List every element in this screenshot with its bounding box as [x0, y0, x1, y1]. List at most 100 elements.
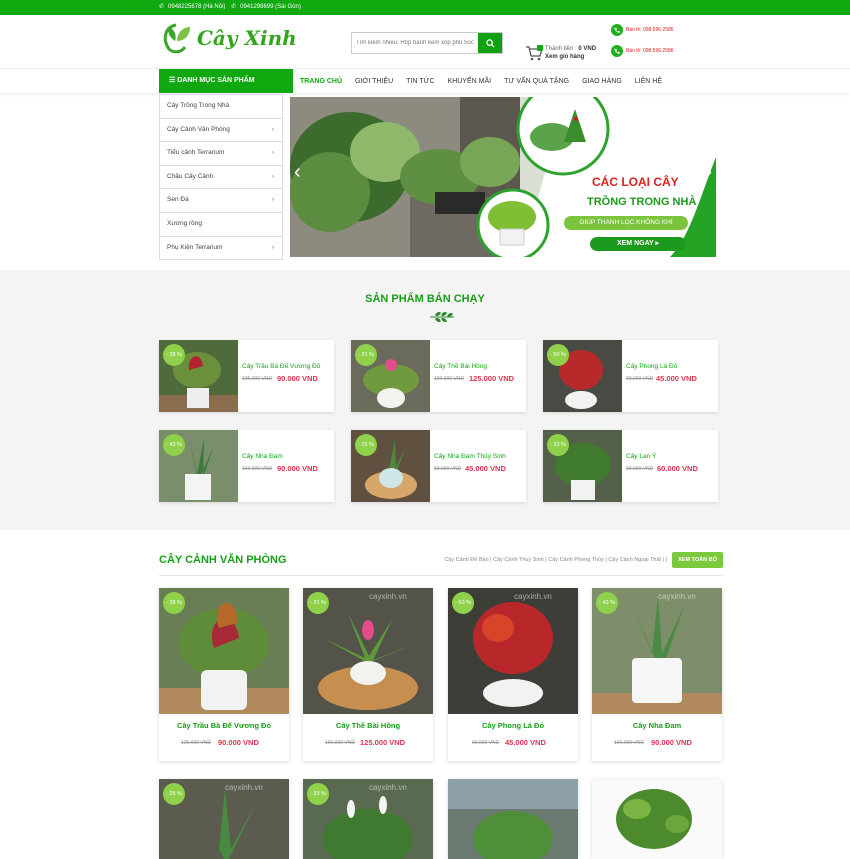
- discount-badge: - 28 %: [163, 592, 185, 614]
- product-name[interactable]: Cây Nha Đam: [242, 453, 283, 460]
- product-card[interactable]: [592, 779, 722, 859]
- product-image: - 50 % cayxinh.vn: [448, 588, 578, 714]
- product-old-price: 160.000 VND: [434, 376, 465, 382]
- product-card[interactable]: - 21 % Cây Thề Bài Hồng 160.000 VND 125.…: [351, 340, 526, 412]
- hotline-1[interactable]: Bán lẻ: 098.596.2586: [611, 24, 674, 36]
- chevron-right-icon: ›: [272, 126, 274, 133]
- chevron-right-icon: ›: [272, 150, 274, 157]
- watermark: cayxinh.vn: [658, 592, 696, 601]
- product-image: [448, 779, 578, 859]
- product-name[interactable]: Cây Trầu Bà Đế Vương Đỏ: [159, 721, 289, 730]
- product-name[interactable]: Cây Phong Lá Đỏ: [448, 721, 578, 730]
- product-image: - 33 %: [543, 430, 622, 502]
- discount-badge: - 21 %: [307, 592, 329, 614]
- product-name[interactable]: Cây Nha Đam Thủy Sinh: [434, 453, 506, 460]
- product-price: 125.000 VND: [360, 738, 406, 747]
- product-card[interactable]: - 25 % Cây Nha Đam Thủy Sinh 60.000 VND …: [351, 430, 526, 502]
- discount-badge: - 50 %: [547, 344, 569, 366]
- category-menu-toggle[interactable]: ☰ DANH MỤC SẢN PHẨM: [159, 69, 293, 93]
- product-name[interactable]: Cây Lan Ý: [626, 453, 656, 460]
- sidebar-item-accessories[interactable]: Phụ Kiện Terrarium ›: [160, 235, 282, 260]
- hotline-1-text: Bán lẻ: 098.596.2586: [626, 27, 674, 33]
- sidebar-item-label: Tiểu cảnh Terrarium: [167, 149, 225, 157]
- banner-cta-label: XEM NGAY: [616, 240, 654, 247]
- product-old-price: 160.000 VND: [614, 740, 645, 746]
- search-button[interactable]: [478, 33, 502, 53]
- logo[interactable]: Cây Xinh: [159, 21, 297, 55]
- hero-banner[interactable]: CÁC LOẠI CÂY TRỒNG TRONG NHÀ GIÚP THANH …: [290, 97, 716, 257]
- product-price: 45.000 VND: [505, 738, 546, 747]
- watermark: cayxinh.vn: [514, 592, 552, 601]
- product-price: 90.000 VND: [218, 738, 259, 747]
- view-all-button[interactable]: XEM TOÀN BỘ: [672, 552, 723, 568]
- sidebar-item-label: Xương rồng: [167, 219, 202, 227]
- discount-badge: - 33 %: [307, 783, 329, 805]
- hamburger-icon: ☰: [169, 77, 176, 84]
- product-image: - 43 % cayxinh.vn: [592, 588, 722, 714]
- product-name[interactable]: Cây Thề Bài Hồng: [434, 363, 487, 370]
- product-name[interactable]: Cây Nha Đam: [592, 721, 722, 730]
- menu-delivery[interactable]: GIAO HÀNG: [582, 78, 622, 85]
- sidebar-item-label: Phụ Kiện Terrarium: [167, 243, 223, 251]
- sidebar-item-pots[interactable]: Chậu Cây Cảnh ›: [160, 164, 282, 189]
- discount-badge: - 33 %: [547, 434, 569, 456]
- menu-contact[interactable]: LIÊN HỆ: [635, 78, 662, 85]
- chevron-right-icon: ›: [272, 244, 274, 251]
- menu-gift-advice[interactable]: TƯ VẤN QUÀ TẶNG: [504, 78, 569, 85]
- sidebar-item-office-plants[interactable]: Cây Cảnh Văn Phòng ›: [160, 117, 282, 142]
- play-icon: ▸: [655, 240, 660, 247]
- sidebar-item-succulents[interactable]: Sen Đá ›: [160, 188, 282, 212]
- watermark: cayxinh.vn: [225, 783, 263, 792]
- product-card[interactable]: - 33 % cayxinh.vn: [303, 779, 433, 859]
- menu-promotions[interactable]: KHUYẾN MÃI: [448, 78, 492, 85]
- sidebar-item-label: Cây Trồng Trong Nhà: [167, 102, 230, 109]
- product-card[interactable]: - 50 % cayxinh.vn Cây Phong Lá Đỏ 90.000…: [448, 588, 578, 761]
- banner-headline-2: TRỒNG TRONG NHÀ: [587, 196, 697, 208]
- product-card[interactable]: [448, 779, 578, 859]
- product-image: - 28 %: [159, 588, 289, 714]
- topbar-phone-1[interactable]: 0948225678 (Hà Nội): [168, 4, 225, 10]
- hotline-2[interactable]: Bán lẻ: 098.596.2586: [611, 45, 674, 57]
- menu-bar: TRANG CHỦ GIỚI THIỆU TIN TỨC KHUYẾN MÃI …: [300, 69, 675, 93]
- product-old-price: 125.000 VND: [242, 376, 273, 382]
- banner-next-arrow[interactable]: ›: [705, 161, 712, 184]
- search-icon: [485, 38, 495, 48]
- product-price: 45.000 VND: [656, 374, 697, 383]
- cart[interactable]: Thành tiền : 0 VND Xem giỏ hàng: [525, 45, 596, 61]
- product-name[interactable]: Cây Phong Lá Đỏ: [626, 363, 677, 370]
- banner-cta-button[interactable]: XEM NGAY ▸: [590, 237, 686, 251]
- product-card[interactable]: - 25 % cayxinh.vn: [159, 779, 289, 859]
- phone-icon: [611, 45, 623, 57]
- product-name[interactable]: Cây Trầu Bà Đế Vương Đỏ: [242, 363, 320, 370]
- category-sidebar: Cây Trồng Trong Nhà Cây Cảnh Văn Phòng › …: [159, 94, 283, 261]
- category-title: DANH MỤC SẢN PHẨM: [177, 77, 255, 84]
- sidebar-item-cactus[interactable]: Xương rồng: [160, 211, 282, 236]
- product-card[interactable]: - 43 % cayxinh.vn Cây Nha Đam 160.000 VN…: [592, 588, 722, 761]
- product-card[interactable]: - 21 % cayxinh.vn Cây Thề Bài Hồng 160.0…: [303, 588, 433, 761]
- phone-icon: [611, 24, 623, 36]
- leaf-logo-icon: [159, 21, 193, 55]
- watermark: cayxinh.vn: [369, 783, 407, 792]
- menu-news[interactable]: TIN TỨC: [406, 78, 434, 85]
- topbar-phone-2[interactable]: 0941298699 (Sài Gòn): [240, 4, 301, 10]
- sidebar-item-indoor-plants[interactable]: Cây Trồng Trong Nhà: [160, 94, 282, 118]
- product-card[interactable]: - 28 % Cây Trầu Bà Đế Vương Đỏ 125.000 V…: [159, 588, 289, 761]
- product-card[interactable]: - 50 % Cây Phong Lá Đỏ 90.000 VND 45.000…: [543, 340, 718, 412]
- product-card[interactable]: - 33 % Cây Lan Ý 90.000 VND 60.000 VND: [543, 430, 718, 502]
- product-card[interactable]: - 43 % Cây Nha Đam 160.000 VND 90.000 VN…: [159, 430, 334, 502]
- discount-badge: - 43 %: [163, 434, 185, 456]
- product-image: - 50 %: [543, 340, 622, 412]
- subcategory-links[interactable]: Cây Cảnh Để Bàn | Cây Cảnh Thuỷ Sinh | C…: [444, 557, 667, 563]
- discount-badge: - 25 %: [355, 434, 377, 456]
- product-card[interactable]: - 28 % Cây Trầu Bà Đế Vương Đỏ 125.000 V…: [159, 340, 334, 412]
- product-price: 90.000 VND: [277, 464, 318, 473]
- office-plants-title[interactable]: CÂY CẢNH VĂN PHÒNG: [159, 554, 287, 566]
- menu-about[interactable]: GIỚI THIỆU: [355, 78, 393, 85]
- search-input[interactable]: [352, 33, 478, 53]
- product-name[interactable]: Cây Thề Bài Hồng: [303, 721, 433, 730]
- product-old-price: 90.000 VND: [626, 466, 654, 472]
- banner-prev-arrow[interactable]: ‹: [294, 161, 301, 184]
- sidebar-item-terrarium[interactable]: Tiểu cảnh Terrarium ›: [160, 141, 282, 165]
- menu-home[interactable]: TRANG CHỦ: [300, 78, 342, 85]
- view-cart-link[interactable]: Xem giỏ hàng: [545, 53, 596, 61]
